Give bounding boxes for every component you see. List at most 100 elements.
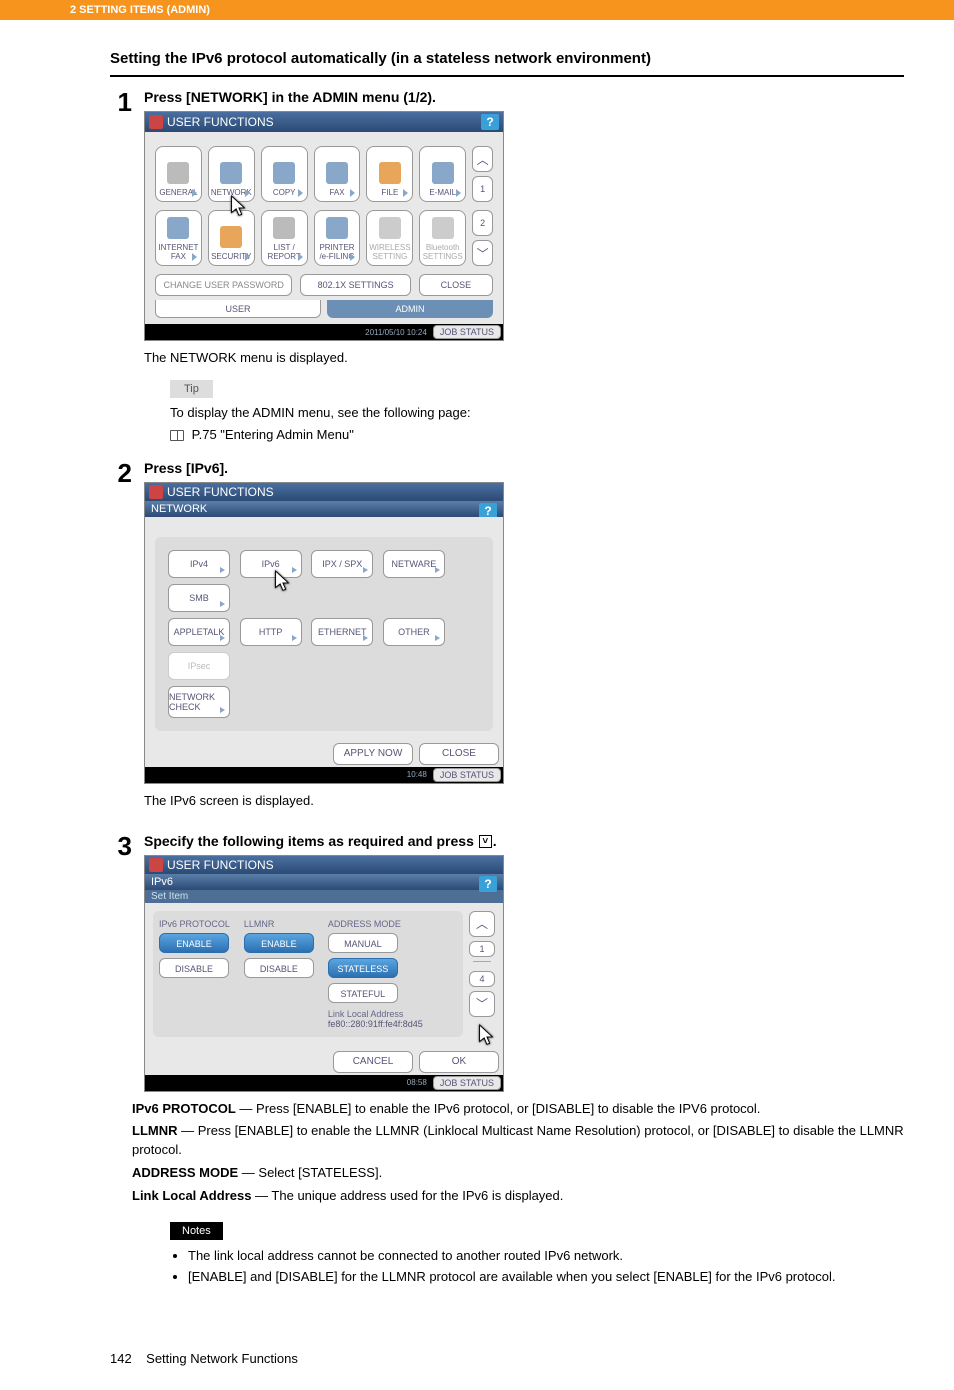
window-titlebar: USER FUNCTIONS <box>145 856 503 874</box>
notes-list: The link local address cannot be connect… <box>188 1246 904 1287</box>
tab-admin[interactable]: ADMIN <box>327 300 493 318</box>
page-number: 142 <box>110 1351 132 1366</box>
step3-heading: Specify the following items as required … <box>144 833 904 849</box>
ok-button[interactable]: OK <box>419 1051 499 1073</box>
window-title: USER FUNCTIONS <box>167 858 274 872</box>
page-indicator-4: 4 <box>469 971 495 987</box>
ipv6-enable-button[interactable]: ENABLE <box>159 933 229 953</box>
admin-tile-wireless[interactable]: WIRELESS SETTING <box>366 210 413 266</box>
job-status-button[interactable]: JOB STATUS <box>433 768 501 782</box>
window-title: USER FUNCTIONS <box>167 485 274 499</box>
ipv6-disable-button[interactable]: DISABLE <box>159 958 229 978</box>
admin-tile-printer-efiling[interactable]: PRINTER /e-FILING <box>314 210 361 266</box>
step-number: 1 <box>110 89 132 442</box>
ethernet-button[interactable]: ETHERNET <box>311 618 373 646</box>
mode-stateful-button[interactable]: STATEFUL <box>328 983 398 1003</box>
step-3: 3 Specify the following items as require… <box>110 833 904 1289</box>
network-check-button[interactable]: NETWORK CHECK <box>168 686 230 718</box>
desc-link-local-address: Link Local Address — The unique address … <box>132 1187 904 1206</box>
screenshot-ipv6-setitem: USER FUNCTIONS IPv6 ? Set Item IPv6 PROT… <box>144 855 504 1092</box>
tip-tag: Tip <box>170 380 213 398</box>
llmnr-disable-button[interactable]: DISABLE <box>244 958 314 978</box>
smb-button[interactable]: SMB <box>168 584 230 612</box>
job-status-button[interactable]: JOB STATUS <box>433 325 501 339</box>
breadcrumb: NETWORK ? <box>145 501 503 517</box>
ipx-spx-button[interactable]: IPX / SPX <box>311 550 373 578</box>
cancel-button[interactable]: CANCEL <box>333 1051 413 1073</box>
close-button[interactable]: CLOSE <box>419 274 493 296</box>
step-2: 2 Press [IPv6]. USER FUNCTIONS NETWORK ?… <box>110 460 904 815</box>
desc-address-mode: ADDRESS MODE — Select [STATELESS]. <box>132 1164 904 1183</box>
link-local-address-label: Link Local Address <box>328 1009 423 1019</box>
sub-breadcrumb: Set Item <box>145 890 503 903</box>
netware-button[interactable]: NETWARE <box>383 550 445 578</box>
list-item: [ENABLE] and [DISABLE] for the LLMNR pro… <box>188 1267 904 1287</box>
step1-caption: The NETWORK menu is displayed. <box>144 349 904 368</box>
bottom-button-row: APPLY NOW CLOSE <box>145 737 503 767</box>
desc-ipv6-protocol: IPv6 PROTOCOL — Press [ENABLE] to enable… <box>132 1100 904 1119</box>
scroll-up-icon[interactable]: ︿ <box>469 911 495 937</box>
mode-manual-button[interactable]: MANUAL <box>328 933 398 953</box>
app-icon <box>149 115 163 129</box>
screenshot-network-menu: USER FUNCTIONS NETWORK ? IPv4 IPv6 IPX /… <box>144 482 504 784</box>
8021x-settings-button[interactable]: 802.1X SETTINGS <box>300 274 410 296</box>
footer-date: 08:58 <box>407 1078 427 1087</box>
admin-tile-email[interactable]: E-MAIL <box>419 146 466 202</box>
down-arrow-icon: ˅ <box>479 835 492 848</box>
footer-strip: 08:58 JOB STATUS <box>145 1075 503 1091</box>
footer-date: 10:48 <box>407 770 427 779</box>
admin-tile-general[interactable]: GENERAL <box>155 146 202 202</box>
footer-strip: 2011/05/10 10:24 JOB STATUS <box>145 324 503 340</box>
llmnr-enable-button[interactable]: ENABLE <box>244 933 314 953</box>
apply-now-button[interactable]: APPLY NOW <box>333 743 413 765</box>
ipsec-button[interactable]: IPsec <box>168 652 230 680</box>
help-icon[interactable]: ? <box>479 876 497 892</box>
chapter-header: 2 SETTING ITEMS (ADMIN) <box>0 0 954 20</box>
footer-strip: 10:48 JOB STATUS <box>145 767 503 783</box>
admin-tile-list-report[interactable]: LIST / REPORT <box>261 210 308 266</box>
section-rule <box>110 75 904 77</box>
notes-tag: Notes <box>170 1222 223 1240</box>
scroll-down-icon[interactable]: ﹀ <box>472 240 493 266</box>
window-titlebar: USER FUNCTIONS ? <box>145 112 503 132</box>
admin-tile-file[interactable]: FILE <box>366 146 413 202</box>
page-footer-title: Setting Network Functions <box>146 1351 298 1366</box>
tip-link[interactable]: P.75 "Entering Admin Menu" <box>170 427 904 442</box>
page-content: Setting the IPv6 protocol automatically … <box>0 20 954 1337</box>
close-button[interactable]: CLOSE <box>419 743 499 765</box>
admin-tile-copy[interactable]: COPY <box>261 146 308 202</box>
page-footer: 142 Setting Network Functions <box>0 1337 954 1390</box>
http-button[interactable]: HTTP <box>240 618 302 646</box>
change-password-button[interactable]: CHANGE USER PASSWORD <box>155 274 292 296</box>
other-button[interactable]: OTHER <box>383 618 445 646</box>
window-title: USER FUNCTIONS <box>167 115 274 129</box>
scroll-down-icon[interactable]: ﹀ <box>469 991 495 1017</box>
book-icon <box>170 430 184 441</box>
help-icon[interactable]: ? <box>481 114 499 130</box>
ipv4-button[interactable]: IPv4 <box>168 550 230 578</box>
breadcrumb: IPv6 ? <box>145 874 503 890</box>
scroll-up-icon[interactable]: ︿ <box>472 146 493 172</box>
admin-tile-fax[interactable]: FAX <box>314 146 361 202</box>
admin-tile-bluetooth[interactable]: Bluetooth SETTINGS <box>419 210 466 266</box>
link-local-address-value: fe80::280:91ff:fe4f:8d45 <box>328 1019 423 1029</box>
tab-user[interactable]: USER <box>155 300 321 318</box>
step1-heading: Press [NETWORK] in the ADMIN menu (1/2). <box>144 89 904 105</box>
footer-date: 2011/05/10 10:24 <box>365 328 427 337</box>
mode-stateless-button[interactable]: STATELESS <box>328 958 398 978</box>
admin-tile-network[interactable]: NETWORK <box>208 146 255 202</box>
app-icon <box>149 858 163 872</box>
bottom-button-row: CANCEL OK <box>145 1045 503 1075</box>
admin-tile-internet-fax[interactable]: INTERNET FAX <box>155 210 202 266</box>
step-number: 2 <box>110 460 132 815</box>
llmnr-label: LLMNR <box>244 919 314 929</box>
ipv6-protocol-label: IPv6 PROTOCOL <box>159 919 230 929</box>
step2-caption: The IPv6 screen is displayed. <box>144 792 904 811</box>
admin-tile-security[interactable]: SECURITY <box>208 210 255 266</box>
job-status-button[interactable]: JOB STATUS <box>433 1076 501 1090</box>
ipv6-button[interactable]: IPv6 <box>240 550 302 578</box>
app-icon <box>149 485 163 499</box>
appletalk-button[interactable]: APPLETALK <box>168 618 230 646</box>
step2-heading: Press [IPv6]. <box>144 460 904 476</box>
step-1: 1 Press [NETWORK] in the ADMIN menu (1/2… <box>110 89 904 442</box>
